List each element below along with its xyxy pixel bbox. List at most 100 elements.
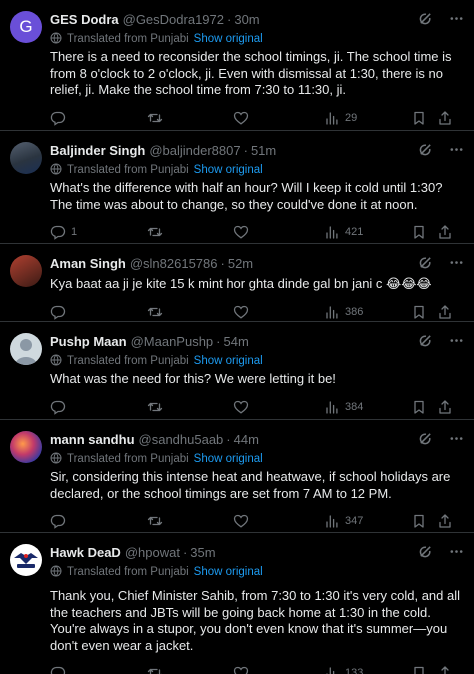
avatar[interactable] — [10, 333, 42, 365]
reply-button[interactable] — [50, 399, 147, 415]
translate-icon — [50, 163, 67, 178]
translation-note: Translated from Punjabi Show original — [50, 163, 460, 178]
retweet-icon — [147, 304, 163, 320]
reply-icon — [50, 304, 66, 320]
bookmark-button[interactable] — [411, 665, 437, 674]
tweet-item[interactable]: Hawk DeaD @hpowat · 35m Translated from … — [0, 533, 474, 674]
retweet-button[interactable] — [147, 304, 233, 320]
tweet-item[interactable]: G GES Dodra @GesDodra1972 · 30m Translat… — [0, 0, 474, 131]
separator-dot: · — [182, 544, 188, 560]
like-button[interactable] — [233, 224, 324, 240]
timestamp[interactable]: 52m — [228, 256, 253, 271]
view-count: 347 — [345, 515, 364, 527]
author-name[interactable]: Aman Singh — [50, 256, 126, 271]
tweet-text: Thank you, Chief Minister Sahib, from 7:… — [50, 588, 461, 653]
author-handle[interactable]: @MaanPushp — [131, 334, 214, 349]
grok-icon[interactable] — [418, 544, 433, 559]
timestamp[interactable]: 35m — [190, 545, 215, 560]
avatar[interactable] — [10, 431, 42, 463]
reply-button[interactable]: 1 — [50, 224, 147, 240]
avatar[interactable] — [10, 142, 42, 174]
tweet-actions: 386 — [50, 302, 460, 322]
author-handle[interactable]: @sln82615786 — [130, 256, 218, 271]
more-icon[interactable] — [449, 544, 464, 559]
views-button[interactable]: 384 — [324, 399, 411, 415]
grok-icon[interactable] — [418, 142, 433, 157]
retweet-button[interactable] — [147, 224, 233, 240]
grok-icon[interactable] — [418, 333, 433, 348]
translate-icon — [50, 32, 67, 47]
grok-icon[interactable] — [418, 431, 433, 446]
retweet-button[interactable] — [147, 110, 233, 126]
grok-icon[interactable] — [418, 255, 433, 270]
translated-label: Translated from Punjabi — [67, 164, 189, 176]
bookmark-button[interactable] — [411, 224, 437, 240]
bookmark-icon — [411, 399, 427, 415]
bookmark-button[interactable] — [411, 304, 437, 320]
author-name[interactable]: GES Dodra — [50, 12, 119, 27]
tweet-item[interactable]: Aman Singh @sln82615786 · 52m Kya baat a… — [0, 244, 474, 322]
author-handle[interactable]: @hpowat — [125, 545, 180, 560]
show-original-link[interactable]: Show original — [194, 566, 263, 578]
author-name[interactable]: Hawk DeaD — [50, 545, 121, 560]
views-button[interactable]: 421 — [324, 224, 411, 240]
more-icon[interactable] — [449, 11, 464, 26]
bookmark-button[interactable] — [411, 110, 437, 126]
views-button[interactable]: 29 — [324, 110, 411, 126]
retweet-button[interactable] — [147, 513, 233, 529]
share-button[interactable] — [437, 399, 457, 415]
like-button[interactable] — [233, 304, 324, 320]
view-count: 384 — [345, 400, 364, 413]
views-button[interactable]: 133 — [324, 665, 411, 674]
author-handle[interactable]: @baljinder8807 — [149, 143, 240, 158]
bookmark-icon — [411, 665, 427, 674]
like-button[interactable] — [233, 110, 324, 126]
more-icon[interactable] — [449, 431, 464, 446]
grok-icon[interactable] — [418, 11, 433, 26]
bookmark-button[interactable] — [411, 399, 437, 415]
like-button[interactable] — [233, 399, 324, 415]
reply-button[interactable] — [50, 304, 147, 320]
timestamp[interactable]: 51m — [251, 143, 276, 158]
author-handle[interactable]: @sandhu5aab — [139, 432, 224, 447]
share-icon — [437, 513, 453, 529]
avatar[interactable] — [10, 544, 42, 576]
avatar-letter: G — [19, 17, 33, 36]
share-button[interactable] — [437, 665, 457, 674]
show-original-link[interactable]: Show original — [194, 164, 263, 176]
bookmark-button[interactable] — [411, 513, 437, 529]
more-icon[interactable] — [449, 333, 464, 348]
avatar[interactable] — [10, 255, 42, 287]
translated-label: Translated from Punjabi — [67, 453, 189, 465]
author-name[interactable]: Pushp Maan — [50, 334, 127, 349]
share-button[interactable] — [437, 110, 457, 126]
tweet-item[interactable]: Baljinder Singh @baljinder8807 · 51m Tra… — [0, 131, 474, 244]
retweet-button[interactable] — [147, 399, 233, 415]
share-button[interactable] — [437, 513, 457, 529]
author-name[interactable]: mann sandhu — [50, 432, 135, 447]
author-name[interactable]: Baljinder Singh — [50, 143, 145, 158]
like-button[interactable] — [233, 513, 324, 529]
share-button[interactable] — [437, 304, 457, 320]
tweet-item[interactable]: mann sandhu @sandhu5aab · 44m Translated… — [0, 420, 474, 533]
show-original-link[interactable]: Show original — [194, 33, 263, 45]
more-icon[interactable] — [449, 255, 464, 270]
timestamp[interactable]: 54m — [224, 334, 249, 349]
tweet-item[interactable]: Pushp Maan @MaanPushp · 54m Translated f… — [0, 322, 474, 420]
author-handle[interactable]: @GesDodra1972 — [123, 12, 224, 27]
show-original-link[interactable]: Show original — [194, 453, 263, 465]
views-button[interactable]: 347 — [324, 513, 411, 529]
timestamp[interactable]: 44m — [234, 432, 259, 447]
show-original-link[interactable]: Show original — [194, 355, 263, 367]
retweet-button[interactable] — [147, 665, 233, 674]
more-icon[interactable] — [449, 142, 464, 157]
views-button[interactable]: 386 — [324, 304, 411, 320]
bookmark-icon — [411, 110, 427, 126]
reply-button[interactable] — [50, 513, 147, 529]
share-button[interactable] — [437, 224, 457, 240]
avatar[interactable]: G — [10, 11, 42, 43]
reply-button[interactable] — [50, 665, 147, 674]
timestamp[interactable]: 30m — [234, 12, 259, 27]
reply-button[interactable] — [50, 110, 147, 126]
like-button[interactable] — [233, 665, 324, 674]
